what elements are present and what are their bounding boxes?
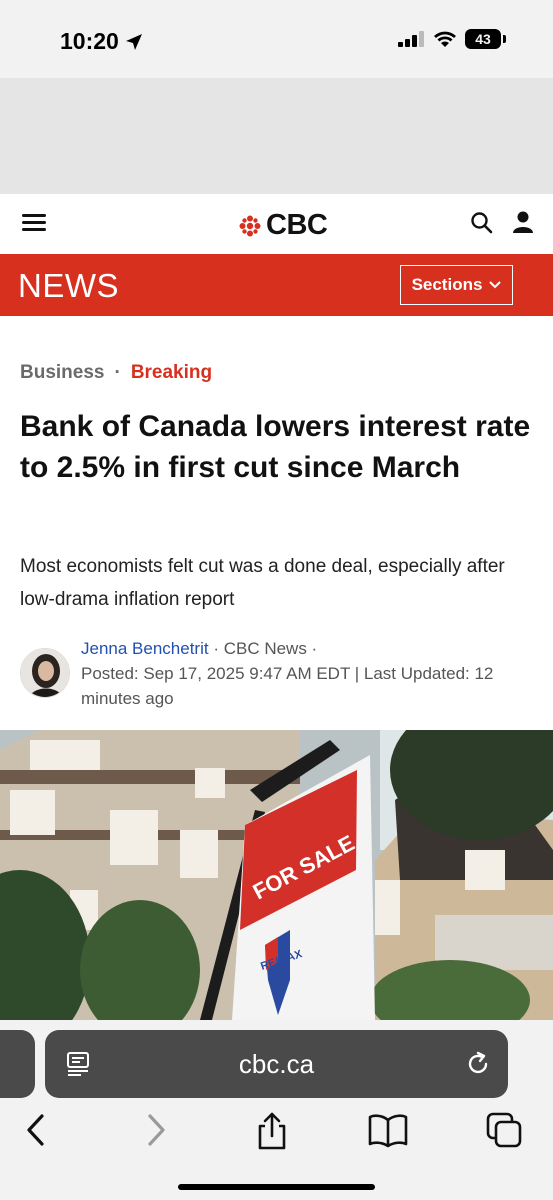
- separator-dot: ·: [114, 362, 121, 383]
- sections-label: Sections: [411, 275, 483, 294]
- browser-bottom-bar: cbc.ca: [0, 1020, 553, 1200]
- user-account-icon[interactable]: [512, 210, 534, 239]
- byline-timestamps: Posted: Sep 17, 2025 9:47 AM EDT | Last …: [81, 664, 494, 708]
- status-bar: 10:20 43: [0, 0, 553, 78]
- section-title[interactable]: NEWS: [18, 267, 119, 305]
- home-indicator: [178, 1184, 375, 1190]
- topic-line: Business · Breaking: [20, 362, 212, 384]
- location-arrow-icon: [125, 33, 142, 50]
- forward-icon[interactable]: [142, 1112, 170, 1153]
- site-header: CBC: [0, 194, 553, 254]
- news-section-bar: NEWS Sections: [0, 254, 553, 316]
- logo-text: CBC: [266, 209, 328, 241]
- article-deck: Most economists felt cut was a done deal…: [20, 556, 505, 610]
- tabs-icon[interactable]: [486, 1112, 524, 1155]
- article-headline: Bank of Canada lowers interest rate to 2…: [20, 410, 531, 484]
- cbc-gem-icon: [239, 215, 261, 236]
- back-icon[interactable]: [22, 1112, 50, 1153]
- reload-icon[interactable]: [465, 1051, 491, 1082]
- breaking-tag: Breaking: [130, 362, 213, 383]
- status-time: 10:20: [60, 28, 143, 55]
- bookmarks-icon[interactable]: [368, 1112, 408, 1153]
- wifi-icon: [434, 31, 456, 47]
- browser-toolbar: [0, 1106, 553, 1156]
- article-photo[interactable]: FOR SALE RE/MAX: [0, 730, 553, 1020]
- url-text: cbc.ca: [238, 1049, 315, 1079]
- cbc-logo[interactable]: CBC: [239, 209, 328, 242]
- status-indicators: 43: [398, 29, 506, 49]
- category-link[interactable]: Business: [20, 362, 104, 384]
- article-header: Business · Breaking Bank of Canada lower…: [0, 316, 553, 730]
- ad-placeholder: [0, 78, 553, 194]
- clock-text: 10:20: [60, 28, 119, 54]
- battery-level: 43: [475, 31, 491, 47]
- sections-button[interactable]: Sections: [400, 265, 513, 305]
- search-icon[interactable]: [470, 211, 494, 240]
- byline-source: · CBC News ·: [213, 639, 318, 658]
- chevron-down-icon: [489, 281, 502, 289]
- cellular-signal-icon: [398, 31, 424, 47]
- author-avatar[interactable]: [20, 648, 70, 698]
- share-icon[interactable]: [255, 1112, 289, 1155]
- author-link[interactable]: Jenna Benchetrit: [81, 639, 209, 658]
- address-bar[interactable]: cbc.ca: [45, 1030, 508, 1098]
- menu-icon[interactable]: [22, 214, 46, 234]
- previous-tab-preview[interactable]: [0, 1030, 35, 1098]
- byline: Jenna Benchetrit · CBC News · Posted: Se…: [81, 636, 531, 711]
- battery-icon: 43: [465, 29, 506, 49]
